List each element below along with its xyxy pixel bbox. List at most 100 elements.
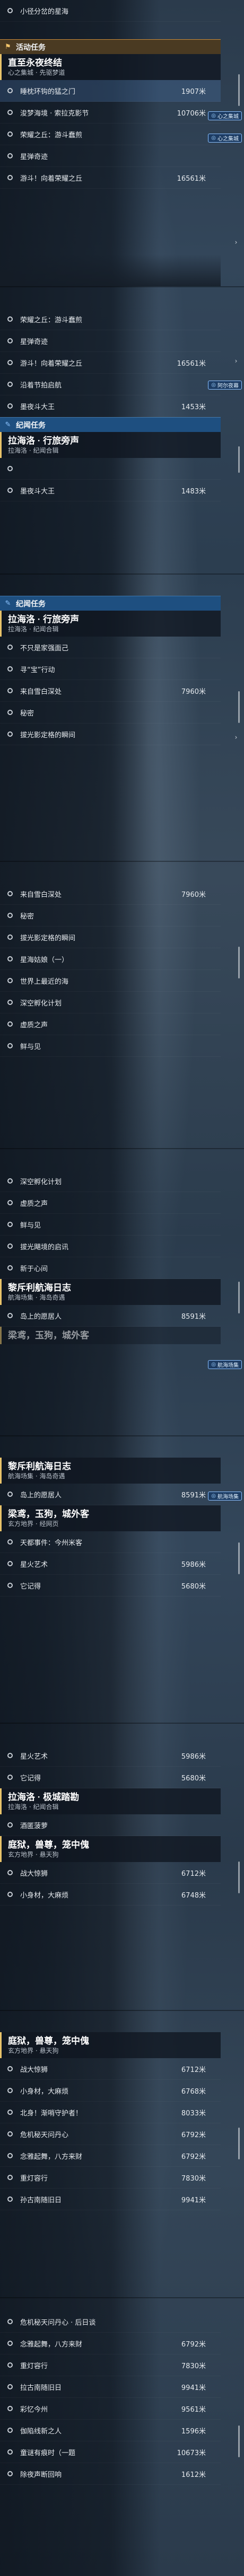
circle-marker-icon [7, 2088, 13, 2093]
quest-item[interactable]: 念雅起舞，八方来财 6792米 [0, 2333, 221, 2354]
quest-header[interactable]: 拉海洛 · 行旅旁声 拉海洛 · 纪闻合辑 [0, 432, 221, 458]
quest-item[interactable]: 星弹奇迹 [0, 145, 221, 167]
distance-text: 16561米 [177, 359, 206, 368]
quest-item[interactable]: 童谜有痕时（一题 10673米 [0, 2441, 221, 2463]
quest-item[interactable]: 重灯容行 7830米 [0, 2167, 221, 2189]
quest-item[interactable]: 小径分岔的星海 [0, 0, 221, 22]
quest-item[interactable]: 世界上最近的海 [0, 970, 221, 992]
scrollbar[interactable] [238, 947, 240, 978]
scrollbar[interactable] [238, 2128, 240, 2159]
quest-item[interactable]: 拔光飓境的启讯 [0, 1236, 221, 1257]
quest-item[interactable]: 岛上的愿居人 8591米 [0, 1305, 221, 1327]
location-badge[interactable]: ◎ 心之集城 [208, 111, 242, 120]
quest-item-label: 星火艺术 [20, 1752, 48, 1761]
location-badge[interactable]: ◎ 阿尔夜幕 [208, 381, 242, 390]
distance-text: 5986米 [181, 1752, 206, 1761]
section-header-story[interactable]: ✎ 纪闻任务 [0, 596, 221, 611]
scrollbar[interactable] [238, 74, 240, 106]
quest-item[interactable] [0, 458, 221, 480]
quest-item[interactable]: 星弹奇迹 [0, 330, 221, 352]
quest-item[interactable]: 岛上的愿居人 8591米 [0, 1484, 221, 1505]
quest-item[interactable]: 秘密 [0, 905, 221, 927]
quest-header[interactable]: 拉海洛 · 极城踏勘 拉海洛 · 纪闻合辑 [0, 1788, 221, 1814]
location-badge[interactable]: ◎ 航海场集 [208, 1360, 242, 1369]
quest-item[interactable]: 深空孵化计划 [0, 992, 221, 1013]
section-label: 活动任务 [16, 42, 46, 51]
quest-header[interactable]: 庭狱，兽尊，笼中傀 玄方地界 · 悬天狗 [0, 1836, 221, 1862]
scrollbar[interactable] [238, 446, 240, 473]
quest-item[interactable]: 小身材，大麻烦 6748米 [0, 1884, 221, 1905]
quest-item[interactable]: 荣耀之丘：游斗蠢煎 [0, 123, 221, 145]
quest-item[interactable]: 除夜声断回响 1612米 [0, 2463, 221, 2485]
distance-text: 9561米 [181, 2405, 206, 2414]
quest-item[interactable]: 战大惊狮 6712米 [0, 2058, 221, 2080]
quest-item[interactable]: 游斗！向着荣耀之丘 16561米 [0, 352, 221, 374]
tracker-arrow-icon[interactable]: › [232, 357, 240, 365]
quest-item[interactable]: 墨夜斗大王 1453米 [0, 395, 221, 417]
quest-item[interactable]: 天都事件：今州米客 [0, 1531, 221, 1553]
quest-item[interactable]: 危机秘天问丹心 6792米 [0, 2123, 221, 2145]
quest-item[interactable]: 危机秘天问丹心 · 后日谈 [0, 2311, 221, 2333]
quest-item[interactable]: 拔光影定格的瞬间 [0, 724, 221, 745]
quest-item[interactable]: 寻“宝”行动 [0, 658, 221, 680]
quest-item[interactable]: 彩忆今州 9561米 [0, 2398, 221, 2420]
location-badge[interactable]: ◎ 心之集城 [208, 134, 242, 143]
quest-item[interactable]: 它记得 5680米 [0, 1767, 221, 1788]
quest-item[interactable]: 拔光影定格的瞬间 [0, 927, 221, 948]
section-header-story[interactable]: ✎ 纪闻任务 [0, 417, 221, 432]
quest-header[interactable]: 拉海洛 · 行旅旁声 拉海洛 · 纪闻合辑 [0, 611, 221, 637]
quest-frame-1: 荣耀之丘：游斗蠢煎 星弹奇迹 游斗！向着荣耀之丘 16561米 沿着节拍启航 墨… [0, 287, 244, 574]
quest-item[interactable]: 沿着节拍启航 [0, 374, 221, 395]
circle-marker-icon [7, 688, 13, 693]
quest-item[interactable]: 睡枕环钩的猛之门 1907米 [0, 80, 221, 102]
quest-item[interactable]: 不只是家强面己 [0, 637, 221, 658]
quest-item[interactable]: 战大惊狮 6712米 [0, 1862, 221, 1884]
section-header-event[interactable]: ⚑ 活动任务 [0, 39, 221, 54]
distance-text: 5680米 [181, 1774, 206, 1783]
quest-item[interactable]: 星海姑娘（一） [0, 948, 221, 970]
location-badge[interactable]: ◎ 航海场集 [208, 1492, 242, 1501]
scrollbar[interactable] [238, 691, 240, 723]
quest-item-label: 星海姑娘（一） [20, 956, 69, 964]
section-label: 纪闻任务 [16, 599, 46, 608]
quest-item[interactable]: 来自雪白深处 7960米 [0, 680, 221, 702]
quest-item[interactable]: 酒匿菠萝 [0, 1814, 221, 1836]
quest-item[interactable]: 虚质之声 [0, 1192, 221, 1214]
quest-item[interactable]: 浚梦海境 · 索拉克影节 10706米 [0, 102, 221, 123]
quest-item[interactable]: 星火艺术 5986米 [0, 1745, 221, 1767]
scrollbar[interactable] [238, 1282, 240, 1313]
quest-item[interactable]: 念雅起舞，八方来财 6792米 [0, 2145, 221, 2167]
quest-item[interactable]: 重灯容行 7830米 [0, 2354, 221, 2376]
tracker-arrow-icon[interactable]: › [232, 734, 240, 741]
quest-header-peek[interactable]: 梁鸢，玉狗，城外客 [0, 1327, 221, 1344]
quest-item[interactable]: 北身！渐哨守护者！ 8033米 [0, 2102, 221, 2123]
scrollbar[interactable] [238, 1862, 240, 1893]
quest-header[interactable]: 黎斥利航海日志 航海场集 · 海岛奇遇 [0, 1279, 221, 1305]
quest-header[interactable]: 梁鸢，玉狗，城外客 玄方地界 · 经网页 [0, 1505, 221, 1531]
quest-item-label: 念雅起舞，八方来财 [20, 2340, 83, 2349]
quest-item[interactable]: 小身材，大麻烦 6768米 [0, 2080, 221, 2102]
distance-text: 10673米 [177, 2449, 206, 2457]
quest-item[interactable]: 深空孵化计划 [0, 1170, 221, 1192]
quest-item[interactable]: 鲜与见 [0, 1214, 221, 1236]
quest-item[interactable]: 荣耀之丘：游斗蠢煎 [0, 308, 221, 330]
quest-item[interactable]: 秘密 [0, 702, 221, 724]
quest-header[interactable]: 直至永夜终结 心之集城 · 先驱梦道 [0, 54, 221, 80]
quest-header[interactable]: 黎斥利航海日志 航海场集 · 海岛奇遇 [0, 1458, 221, 1484]
quest-item[interactable]: 游斗！向着荣耀之丘 16561米 [0, 167, 221, 189]
quest-item[interactable]: 它记得 5680米 [0, 1575, 221, 1596]
quest-item[interactable]: 墨夜斗大王 1483米 [0, 480, 221, 501]
quest-item[interactable]: 新于心间 [0, 1257, 221, 1279]
quest-item[interactable]: 孙古南随旧日 9941米 [0, 2189, 221, 2210]
scrollbar[interactable] [238, 1542, 240, 1574]
quest-item[interactable]: 拉古南随旧日 9941米 [0, 2376, 221, 2398]
scrollbar[interactable] [238, 2425, 240, 2457]
quest-header[interactable]: 庭狱，兽尊，笼中傀 玄方地界 · 悬天狗 [0, 2032, 221, 2058]
tracker-arrow-icon[interactable]: › [232, 239, 240, 246]
quest-item[interactable]: 虚质之声 [0, 1013, 221, 1035]
quest-item[interactable]: 鲜与见 [0, 1035, 221, 1057]
quest-item[interactable]: 星火艺术 5986米 [0, 1553, 221, 1575]
quest-item[interactable]: 伽陷线新之人 1596米 [0, 2420, 221, 2441]
quest-item[interactable]: 来自雪白深处 7960米 [0, 883, 221, 905]
circle-marker-icon [7, 666, 13, 672]
